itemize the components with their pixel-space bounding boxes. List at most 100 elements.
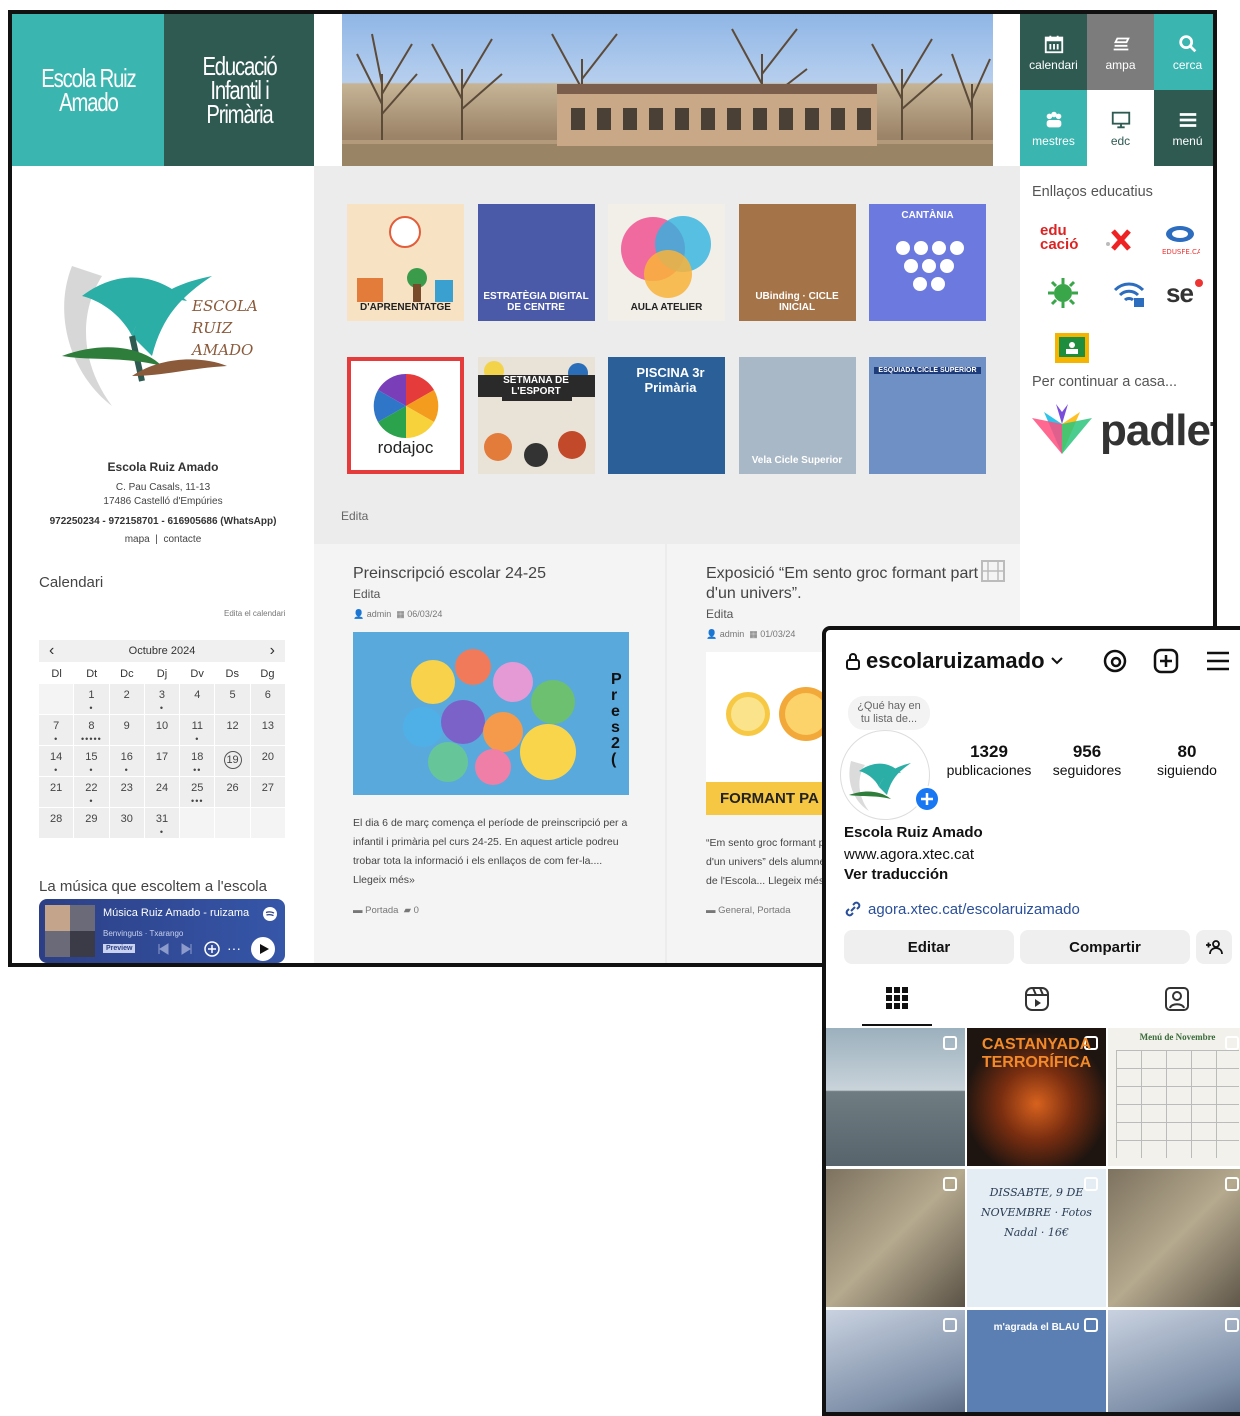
post-1-title[interactable]: Preinscripció escolar 24-25 Edita 👤 admi… <box>353 564 546 624</box>
calendar-day[interactable]: 21 <box>39 777 74 807</box>
post-2-category[interactable]: General, Portada <box>718 905 790 916</box>
ig-post-thumbnail[interactable]: m'agrada el BLAU <box>967 1310 1106 1412</box>
ig-edit-button[interactable]: Editar <box>844 930 1014 964</box>
map-link[interactable]: mapa <box>125 534 150 545</box>
calendar-day[interactable]: 19 <box>215 746 250 776</box>
gallery-tile[interactable]: PISCINA 3r Primària <box>608 357 725 474</box>
wifi-lock-icon[interactable] <box>1112 278 1146 310</box>
ig-post-thumbnail[interactable]: DISSABTE, 9 DE NOVEMBRE · Fotos Nadal · … <box>967 1169 1106 1307</box>
nav-calendari-button[interactable]: calendari <box>1020 14 1087 90</box>
calendar-day[interactable]: 9 <box>109 715 144 745</box>
post-2-edit-link[interactable]: Edita <box>706 604 981 624</box>
calendar-day[interactable]: 28 <box>39 808 74 838</box>
ig-tab-tagged[interactable] <box>1164 986 1190 1017</box>
calendar-day[interactable]: 14 • <box>39 746 74 776</box>
prev-month-button[interactable]: ‹ <box>49 642 54 660</box>
calendar-day[interactable]: 16 • <box>109 746 144 776</box>
calendar-day[interactable]: 22 • <box>74 777 109 807</box>
play-icon[interactable] <box>251 937 275 961</box>
ig-translate-link[interactable]: Ver traducción <box>844 866 948 883</box>
ig-post-thumbnail[interactable]: CASTANYADA TERRORÍFICA <box>967 1028 1106 1166</box>
ig-username[interactable]: escolaruizamado <box>866 648 1045 674</box>
site-logo-name[interactable]: Escola Ruiz Amado <box>12 14 164 166</box>
edusfe-logo[interactable]: EDUSFE.CAT <box>1160 224 1200 256</box>
calendar-day[interactable]: 2 <box>109 684 144 714</box>
xtec-icon[interactable] <box>1104 226 1134 254</box>
edu-cacio-link[interactable]: edu cació <box>1040 223 1078 252</box>
padlet-link[interactable]: padlet <box>1100 406 1213 456</box>
new-post-icon[interactable] <box>1153 648 1179 674</box>
calendar-day[interactable]: 24 <box>144 777 180 807</box>
more-icon[interactable]: ··· <box>227 940 241 956</box>
calendar-day[interactable]: 13 <box>250 715 285 745</box>
calendar-day[interactable]: 8 ••••• <box>74 715 109 745</box>
ig-post-thumbnail[interactable] <box>826 1310 965 1412</box>
calendar-day[interactable]: 3 • <box>144 684 180 714</box>
ig-tab-grid[interactable] <box>862 986 932 1026</box>
ig-post-thumbnail[interactable] <box>1108 1310 1240 1412</box>
calendar-day[interactable]: 12 <box>215 715 250 745</box>
ig-note-bubble[interactable]: ¿Qué hay en tu lista de... <box>848 696 930 730</box>
nav-mestres-button[interactable]: mestres <box>1020 90 1087 166</box>
gallery-tile[interactable]: SETMANA DE L'ESPORT <box>477 357 595 474</box>
se-link[interactable]: se <box>1166 278 1194 309</box>
calendar-day[interactable]: 29 <box>74 808 109 838</box>
spotify-icon[interactable] <box>263 907 277 921</box>
ig-followers-stat[interactable]: 956 seguidores <box>1044 742 1130 778</box>
calendar-day[interactable]: 11 • <box>180 715 215 745</box>
skip-forward-icon[interactable] <box>181 943 193 955</box>
ig-post-thumbnail[interactable] <box>826 1028 965 1166</box>
ig-post-thumbnail[interactable] <box>826 1169 965 1307</box>
calendar-edit-link[interactable]: Edita el calendari <box>224 609 285 618</box>
calendar-day[interactable]: 17 <box>144 746 180 776</box>
gallery-edit-link[interactable]: Edita <box>341 509 368 523</box>
ig-share-button[interactable]: Compartir <box>1020 930 1190 964</box>
gallery-tile[interactable]: rodajoc <box>347 357 464 474</box>
ig-posts-stat[interactable]: 1329 publicaciones <box>941 742 1037 778</box>
ig-following-stat[interactable]: 80 siguiendo <box>1144 742 1230 778</box>
contact-link[interactable]: contacte <box>163 534 201 545</box>
nav-menu-button[interactable]: menú <box>1154 90 1213 166</box>
post-1-banner-image[interactable]: Pr es 2( <box>353 632 629 795</box>
calendar-day[interactable]: 4 <box>180 684 215 714</box>
calendar-day[interactable]: 25 ••• <box>180 777 215 807</box>
nav-cerca-button[interactable]: cerca <box>1154 14 1213 90</box>
chevron-down-icon[interactable] <box>1050 656 1063 666</box>
calendar-day[interactable]: 27 <box>250 777 285 807</box>
calendar-day[interactable]: 23 <box>109 777 144 807</box>
ig-tab-reels[interactable] <box>1024 986 1050 1017</box>
virus-icon[interactable] <box>1046 276 1080 310</box>
post-1-edit-link[interactable]: Edita <box>353 584 546 604</box>
ig-profile-link[interactable]: agora.xtec.cat/escolaruizamado <box>844 900 1080 918</box>
ig-add-person-button[interactable] <box>1196 930 1232 964</box>
hamburger-icon[interactable] <box>1205 650 1231 672</box>
post-1-comments[interactable]: 0 <box>414 905 419 916</box>
calendar-day[interactable]: 15 • <box>74 746 109 776</box>
add-story-icon[interactable] <box>914 786 940 812</box>
gallery-tile[interactable]: AULA ATELIER <box>608 204 725 321</box>
nav-ampa-button[interactable]: ampa <box>1087 14 1154 90</box>
calendar-day[interactable]: 20 <box>250 746 285 776</box>
add-icon[interactable] <box>203 940 221 958</box>
calendar-day[interactable]: 26 <box>215 777 250 807</box>
ig-post-thumbnail[interactable] <box>1108 1169 1240 1307</box>
skip-back-icon[interactable] <box>157 943 169 955</box>
gallery-tile[interactable]: UBinding · CICLE INICIAL <box>738 204 856 321</box>
threads-icon[interactable] <box>1102 648 1128 674</box>
gallery-tile[interactable]: D'APRENENTATGE <box>347 204 464 321</box>
next-month-button[interactable]: › <box>270 642 275 660</box>
calendar-day[interactable]: 1 • <box>74 684 109 714</box>
ig-post-thumbnail[interactable]: Menú de Novembre <box>1108 1028 1240 1166</box>
padlet-logo-icon[interactable] <box>1032 404 1092 460</box>
calendar-day[interactable]: 30 <box>109 808 144 838</box>
post-1-category[interactable]: Portada <box>365 905 398 916</box>
gallery-tile[interactable]: ESQUIADA CICLE SUPERIOR <box>869 357 986 474</box>
nav-edc-button[interactable]: edc <box>1087 90 1154 166</box>
gallery-tile[interactable]: ESTRATÈGIA DIGITAL DE CENTRE <box>477 204 595 321</box>
calendar-day[interactable]: 5 <box>215 684 250 714</box>
gallery-tile[interactable]: Vela Cicle Superior <box>738 357 856 474</box>
calendar-day[interactable]: 6 <box>250 684 285 714</box>
calendar-day[interactable]: 31 • <box>144 808 180 838</box>
gallery-tile[interactable]: CANTÀNIA <box>869 204 986 321</box>
calendar-day[interactable]: 7 • <box>39 715 74 745</box>
